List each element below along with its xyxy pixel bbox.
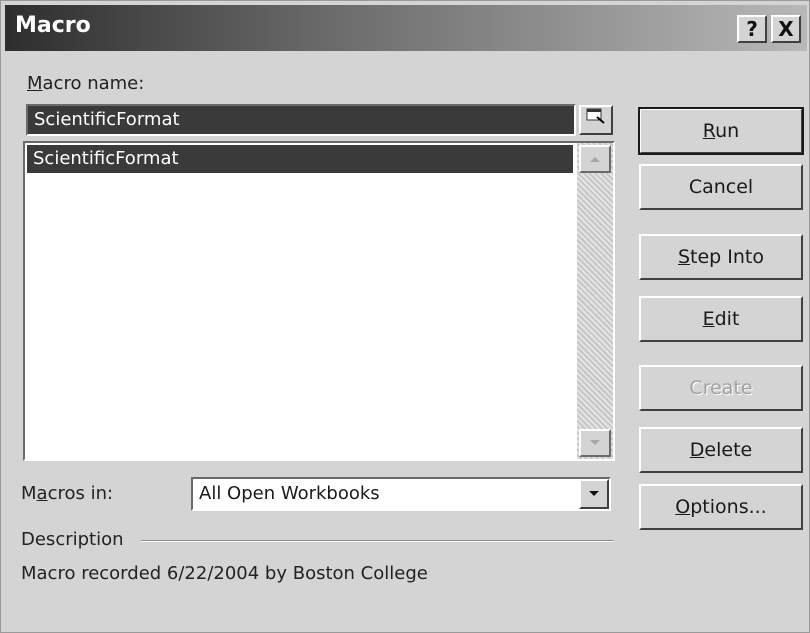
window-title: Macro [15, 13, 91, 38]
title-bar[interactable]: Macro ? X [5, 5, 807, 51]
macro-dialog: Macro ? X Macro name: ScientificFormat S… [0, 0, 810, 633]
list-item[interactable]: ScientificFormat [27, 145, 573, 173]
edit-button[interactable]: Edit [639, 296, 803, 342]
cancel-button[interactable]: Cancel [639, 164, 803, 210]
list-scrollbar[interactable] [577, 143, 613, 459]
description-divider [141, 540, 613, 542]
scroll-up-button[interactable] [579, 145, 611, 173]
run-button[interactable]: Run [638, 107, 804, 155]
macro-name-value: ScientificFormat [34, 109, 180, 130]
close-icon: X [778, 17, 794, 41]
collapse-dialog-button[interactable] [579, 105, 613, 135]
macros-in-dropdown-button[interactable] [579, 479, 609, 509]
scroll-down-button[interactable] [579, 429, 611, 457]
close-button[interactable]: X [771, 15, 801, 43]
collapse-dialog-icon [586, 108, 605, 124]
help-icon: ? [746, 17, 758, 41]
macros-in-value: All Open Workbooks [199, 483, 380, 504]
help-button[interactable]: ? [737, 15, 767, 43]
dropdown-arrow-icon [589, 491, 599, 496]
macro-list[interactable]: ScientificFormat [23, 141, 615, 461]
options-button[interactable]: Options... [639, 484, 803, 530]
step-into-button[interactable]: Step Into [639, 234, 803, 280]
macro-name-input[interactable]: ScientificFormat [26, 104, 576, 136]
description-text: Macro recorded 6/22/2004 by Boston Colle… [21, 563, 428, 584]
description-label: Description [21, 529, 124, 550]
macros-in-label: Macros in: [21, 483, 114, 504]
create-button[interactable]: Create [639, 365, 803, 411]
scroll-down-arrow-icon [590, 440, 600, 445]
macro-name-label: Macro name: [27, 73, 145, 94]
macros-in-select[interactable]: All Open Workbooks [191, 477, 611, 511]
delete-button[interactable]: Delete [639, 427, 803, 473]
scroll-up-arrow-icon [590, 157, 600, 162]
